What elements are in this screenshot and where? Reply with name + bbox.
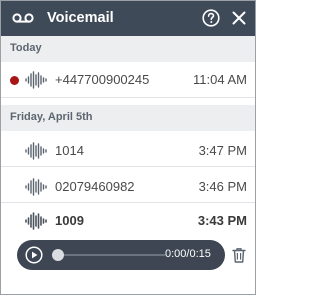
playback-time: 0:00/0:15 [165,248,211,260]
section-header-today: Today [1,36,255,62]
voicemail-icon [12,13,34,23]
section-label: Friday, April 5th [10,111,93,123]
voicemail-row[interactable]: 02079460982 3:46 PM [1,171,255,203]
message-time: 3:47 PM [198,143,247,158]
section-label: Today [10,42,42,54]
close-icon[interactable] [231,10,247,26]
voicemail-window: Voicemail Today +447700900245 11:04 AM F… [0,0,256,295]
audio-player: 0:00/0:15 [17,240,225,270]
caller-number: 1009 [55,213,84,228]
play-icon[interactable] [25,246,43,264]
section-header-friday: Friday, April 5th [1,105,255,131]
window-title: Voicemail [47,10,114,26]
message-time: 3:43 PM [197,213,247,228]
header-bar: Voicemail [1,1,255,36]
message-time: 11:04 AM [193,72,247,87]
trash-icon[interactable] [232,247,246,263]
audio-wave-icon [25,178,47,196]
message-time: 3:46 PM [198,179,247,194]
audio-wave-icon [25,142,47,160]
caller-number: 1014 [55,143,84,158]
caller-number: +447700900245 [55,72,150,87]
voicemail-row[interactable]: +447700900245 11:04 AM [1,62,255,98]
progress-knob[interactable] [52,249,64,261]
help-icon[interactable] [202,9,220,27]
progress-track[interactable] [53,254,165,256]
caller-number: 02079460982 [55,179,135,194]
audio-wave-icon [25,212,47,230]
voicemail-row[interactable]: 1014 3:47 PM [1,135,255,167]
audio-wave-icon [25,71,47,89]
unread-dot [10,76,19,85]
